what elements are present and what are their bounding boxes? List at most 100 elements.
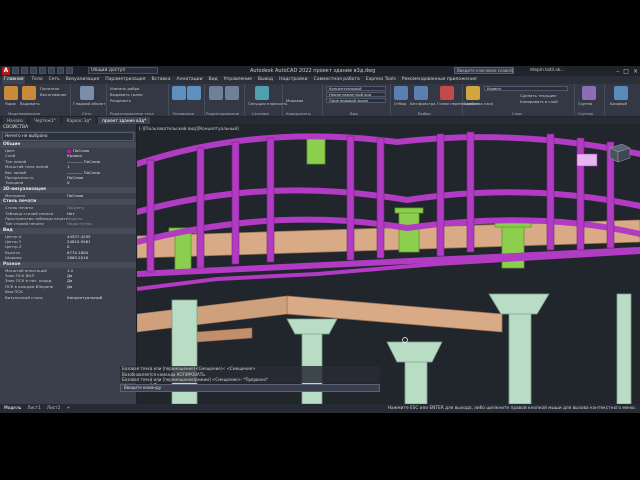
undo-icon[interactable] [57, 67, 64, 74]
named-view-select[interactable]: Неозаглавленный вид [326, 92, 386, 97]
column [616, 293, 632, 404]
ribbon-group-coordinates: Мировая Координаты [282, 84, 323, 116]
property-row[interactable]: Тип стилей печати Недоступно [0, 221, 136, 226]
property-key: Ширина [5, 255, 22, 261]
tab-visualize[interactable]: Визуализация [66, 76, 99, 84]
file-tab[interactable]: Каркас 3д* [62, 117, 96, 124]
visual-style-select[interactable]: Концептуальный [326, 86, 386, 91]
property-key: Тип стилей печати [5, 221, 44, 227]
ribbon-group-layers: Свойства слоя Кровля Сделать текущим Коп… [462, 84, 575, 116]
culling-label: Отбор [394, 101, 407, 106]
ribbon-group-section: Секущая плоскость Сечение [244, 84, 287, 116]
smooth-object-icon[interactable] [80, 86, 94, 100]
layout-tab[interactable]: Лист2 [47, 404, 61, 413]
ribbon-group-draw: Рисование [168, 84, 205, 116]
property-value[interactable]: 0 [67, 180, 136, 185]
no-filter-icon[interactable] [414, 86, 428, 100]
ribbon-group-selection: Отбор Без фильтра Гизмо перемещения Выбо… [390, 84, 478, 116]
property-value[interactable]: Недоступно [67, 221, 136, 226]
add-layout-button[interactable]: + [66, 404, 70, 413]
property-value[interactable]: Концептуальный [67, 295, 136, 300]
ribbon-group-modeling: Ящик Выдавить Политело Вытягивание Модел… [0, 84, 71, 116]
line-icon[interactable] [172, 86, 186, 100]
circle-icon[interactable] [187, 86, 201, 100]
property-value[interactable]: 2863.2018 [67, 255, 136, 260]
tab-collaborate[interactable]: Совместная работа [314, 76, 360, 84]
copy-icon[interactable] [225, 86, 239, 100]
tab-express-tools[interactable]: Express Tools [366, 76, 396, 84]
property-row[interactable]: Ширина 2863.2018 [0, 255, 136, 260]
smooth-object-label: Гладкий объект [73, 101, 106, 106]
tab-home[interactable]: Главная [2, 76, 26, 84]
world-ucs-button[interactable]: Мировая [286, 98, 303, 103]
layout-tab[interactable]: Лист1 [27, 404, 41, 413]
separate-button[interactable]: Разделить [110, 98, 131, 103]
copy-to-layer-button[interactable]: Копировать в слой [520, 99, 558, 104]
navcube-icon[interactable] [604, 138, 634, 168]
selection-select[interactable]: Ничего не выбрано [2, 132, 134, 141]
box-button-label: Ящик [5, 101, 16, 106]
viewport-controls-label[interactable]: [-][Пользовательский вид][Концептуальный… [139, 126, 239, 131]
tab-featured-apps[interactable]: Рекомендованные приложения [402, 76, 477, 84]
ribbon-group-title: Редактирование [206, 111, 240, 116]
tab-addins[interactable]: Надстройки [279, 76, 308, 84]
extrude-icon[interactable] [22, 86, 36, 100]
make-current-button[interactable]: Сделать текущим [520, 93, 556, 98]
redo-icon[interactable] [66, 67, 73, 74]
truss-vertical [346, 135, 355, 261]
layer-select[interactable]: Кровля [484, 86, 568, 91]
file-tab[interactable]: Чертеж1* [30, 117, 60, 124]
layer-properties-icon[interactable] [466, 86, 480, 100]
tab-solid[interactable]: Тело [31, 76, 42, 84]
truss-vertical [436, 133, 445, 257]
model-view[interactable] [137, 124, 640, 404]
sweep-button[interactable]: Вытягивание [40, 92, 66, 97]
open-file-icon[interactable] [21, 67, 28, 74]
column-cap [286, 318, 338, 335]
property-value-text: ПоСлою [73, 148, 90, 153]
box-icon[interactable] [4, 86, 18, 100]
ribbon-group-title: Слои [512, 111, 522, 116]
tab-view[interactable]: Вид [209, 76, 218, 84]
user-account[interactable]: stepin.tatil.sk... [530, 66, 565, 76]
section-plane-icon[interactable] [255, 86, 269, 100]
tab-mesh[interactable]: Сеть [49, 76, 60, 84]
ribbon-group-title: Вид [350, 111, 358, 116]
tab-output[interactable]: Вывод [258, 76, 273, 84]
extrude-faces-button[interactable]: Выдавить грани [110, 92, 143, 97]
group-icon[interactable] [582, 86, 596, 100]
ribbon-group-title: Выбор [418, 111, 431, 116]
polysolid-button[interactable]: Политело [40, 86, 59, 91]
base-view-icon[interactable] [614, 86, 628, 100]
save-icon[interactable] [30, 67, 37, 74]
move-gizmo-icon[interactable] [440, 86, 454, 100]
autocad-logo-icon[interactable]: A [2, 67, 10, 75]
file-tabs: Начало Чертеж1* Каркас 3д* проект здание… [0, 117, 640, 124]
file-tab-active[interactable]: проект здание в3д* [98, 117, 151, 124]
drawing-viewport[interactable]: [-][Пользовательский вид][Концептуальный… [137, 124, 640, 404]
plot-icon[interactable] [48, 67, 55, 74]
file-tab-start[interactable]: Начало [3, 117, 27, 124]
extract-edges-button[interactable]: Извлечь ребра [110, 86, 139, 91]
workspace-share-button[interactable]: Общий доступ [88, 67, 158, 74]
truss-vertical [466, 131, 475, 253]
property-row[interactable]: Визуальный стиль Концептуальный [0, 295, 136, 300]
layout-tab-model[interactable]: Модель [4, 404, 21, 413]
layout-tabs: Модель Лист1 Лист2 + [4, 404, 70, 413]
save-as-icon[interactable] [39, 67, 46, 74]
command-input[interactable]: Введите команду [120, 383, 380, 392]
search-input[interactable]: Введите ключевое слово/фразу [454, 67, 514, 74]
truss-vertical [196, 147, 205, 269]
property-row[interactable]: Материал ПоСлою [0, 193, 136, 198]
tab-manage[interactable]: Управление [224, 76, 252, 84]
viewport-config-select[interactable]: Один видовой экран [326, 98, 386, 103]
property-row[interactable]: Толщина 0 [0, 180, 136, 185]
tab-annotate[interactable]: Аннотации [177, 76, 203, 84]
new-file-icon[interactable] [12, 67, 19, 74]
truss-vertical [266, 137, 275, 263]
move-icon[interactable] [209, 86, 223, 100]
tab-parametric[interactable]: Параметризация [105, 76, 145, 84]
tab-insert[interactable]: Вставка [151, 76, 170, 84]
culling-icon[interactable] [394, 86, 408, 100]
property-value[interactable]: ПоСлою [67, 193, 136, 198]
